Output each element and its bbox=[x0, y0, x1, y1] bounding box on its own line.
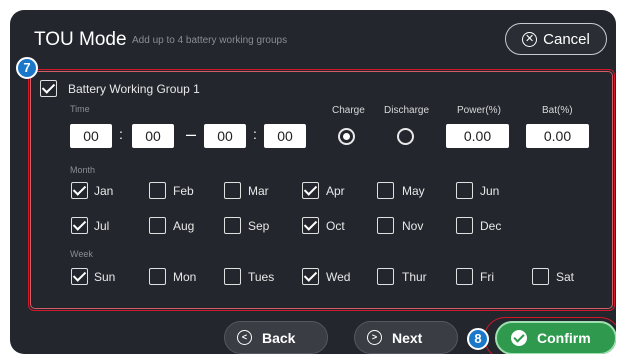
month-checkbox-jan[interactable] bbox=[71, 182, 88, 199]
group-label: Battery Working Group 1 bbox=[68, 82, 200, 96]
month-label-sep: Sep bbox=[248, 219, 270, 233]
start-hour-input[interactable]: 00 bbox=[70, 124, 112, 148]
end-hour-input[interactable]: 00 bbox=[204, 124, 246, 148]
week-label-sat: Sat bbox=[556, 270, 575, 284]
back-button[interactable]: < Back bbox=[224, 321, 328, 354]
end-minute-input[interactable]: 00 bbox=[264, 124, 306, 148]
month-label: Month bbox=[70, 165, 96, 175]
time-colon: : bbox=[119, 126, 123, 142]
month-checkbox-dec[interactable] bbox=[456, 217, 473, 234]
month-checkbox-jun[interactable] bbox=[456, 182, 473, 199]
chevron-right-icon: > bbox=[367, 330, 382, 345]
month-label-may: May bbox=[402, 184, 425, 198]
week-checkbox-mon[interactable] bbox=[149, 268, 166, 285]
month-label-nov: Nov bbox=[402, 219, 424, 233]
week-label: Week bbox=[70, 249, 93, 259]
tou-mode-screen: TOU Mode Add up to 4 battery working gro… bbox=[10, 10, 616, 354]
power-label: Power(%) bbox=[457, 105, 501, 116]
confirm-label: Confirm bbox=[537, 330, 591, 346]
page-title: TOU Mode bbox=[34, 29, 127, 50]
next-button[interactable]: > Next bbox=[354, 321, 458, 354]
month-checkbox-sep[interactable] bbox=[224, 217, 241, 234]
power-input[interactable]: 0.00 bbox=[446, 124, 509, 148]
month-label-oct: Oct bbox=[326, 219, 345, 233]
discharge-radio[interactable] bbox=[397, 128, 414, 145]
month-checkbox-feb[interactable] bbox=[149, 182, 166, 199]
start-minute-input[interactable]: 00 bbox=[132, 124, 174, 148]
chevron-left-icon: < bbox=[237, 330, 252, 345]
week-checkbox-thur[interactable] bbox=[377, 268, 394, 285]
week-label-thur: Thur bbox=[402, 270, 427, 284]
week-label-mon: Mon bbox=[173, 270, 197, 284]
bat-input[interactable]: 0.00 bbox=[526, 124, 589, 148]
week-checkbox-sun[interactable] bbox=[71, 268, 88, 285]
close-icon: ✕ bbox=[522, 31, 538, 47]
month-label-apr: Apr bbox=[326, 184, 345, 198]
check-circle-icon bbox=[511, 330, 527, 346]
page-subtitle: Add up to 4 battery working groups bbox=[132, 35, 288, 46]
charge-radio[interactable] bbox=[338, 128, 355, 145]
week-checkbox-sat[interactable] bbox=[532, 268, 549, 285]
month-checkbox-apr[interactable] bbox=[302, 182, 319, 199]
month-checkbox-mar[interactable] bbox=[224, 182, 241, 199]
next-label: Next bbox=[392, 329, 423, 346]
month-label-aug: Aug bbox=[173, 219, 195, 233]
week-label-tues: Tues bbox=[248, 270, 275, 284]
confirm-button[interactable]: Confirm bbox=[495, 321, 616, 354]
week-checkbox-wed[interactable] bbox=[302, 268, 319, 285]
week-label-wed: Wed bbox=[326, 270, 351, 284]
week-label-sun: Sun bbox=[94, 270, 116, 284]
week-checkbox-fri[interactable] bbox=[456, 268, 473, 285]
month-checkbox-oct[interactable] bbox=[302, 217, 319, 234]
month-label-dec: Dec bbox=[480, 219, 502, 233]
month-checkbox-may[interactable] bbox=[377, 182, 394, 199]
month-label-jan: Jan bbox=[94, 184, 114, 198]
bat-label: Bat(%) bbox=[542, 105, 573, 116]
month-label-feb: Feb bbox=[173, 184, 194, 198]
cancel-label: Cancel bbox=[543, 30, 590, 48]
week-label-fri: Fri bbox=[480, 270, 494, 284]
month-label-mar: Mar bbox=[248, 184, 269, 198]
group-checkbox[interactable] bbox=[40, 80, 57, 97]
time-colon: : bbox=[253, 126, 257, 142]
month-label-jul: Jul bbox=[94, 219, 110, 233]
month-checkbox-jul[interactable] bbox=[71, 217, 88, 234]
week-checkbox-tues[interactable] bbox=[224, 268, 241, 285]
time-label: Time bbox=[70, 104, 90, 114]
charge-label: Charge bbox=[332, 105, 365, 116]
back-label: Back bbox=[262, 329, 296, 346]
callout-badge-7: 7 bbox=[16, 57, 38, 79]
callout-badge-8: 8 bbox=[467, 328, 489, 350]
month-checkbox-aug[interactable] bbox=[149, 217, 166, 234]
month-checkbox-nov[interactable] bbox=[377, 217, 394, 234]
time-dash: – bbox=[186, 124, 197, 144]
cancel-button[interactable]: ✕ Cancel bbox=[505, 23, 607, 55]
month-label-jun: Jun bbox=[480, 184, 500, 198]
working-group-panel bbox=[30, 71, 613, 309]
discharge-label: Discharge bbox=[384, 105, 430, 116]
